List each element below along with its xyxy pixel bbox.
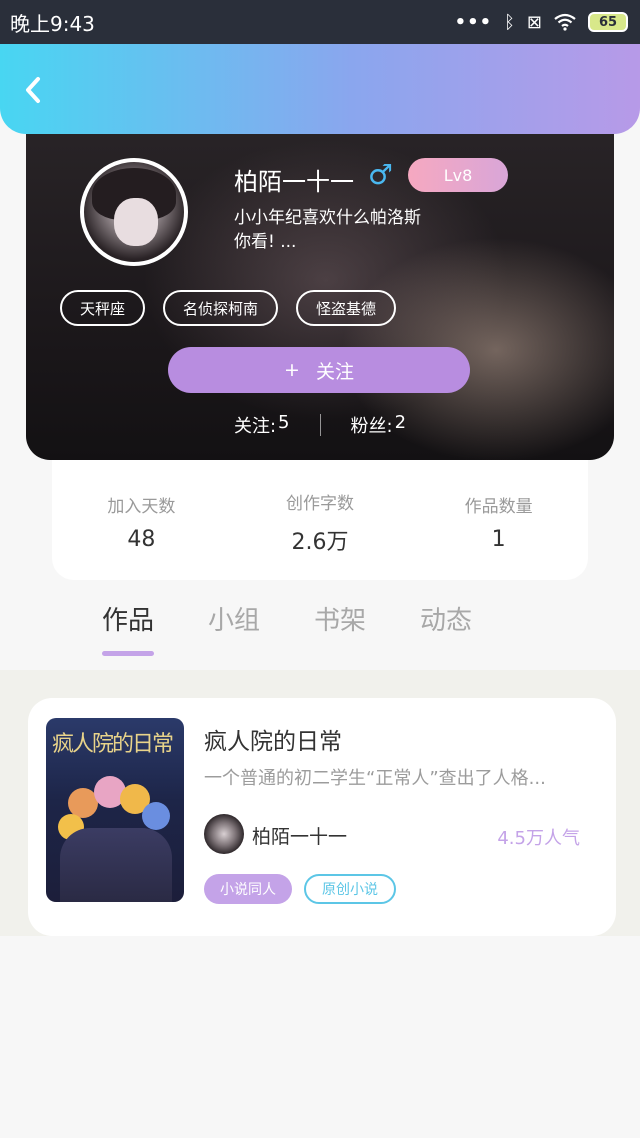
level-badge: Lv8 [408, 158, 508, 192]
book-cover[interactable]: 疯人院的日常 [46, 718, 184, 902]
follow-counts: 关注: 5 粉丝: 2 [26, 412, 614, 438]
stat-label: 加入天数 [107, 497, 176, 517]
fans-count[interactable]: 粉丝: 2 [351, 412, 407, 438]
profile-tag[interactable]: 怪盗基德 [296, 290, 397, 326]
divider [319, 414, 321, 436]
bio-line: 你看! ... [234, 232, 297, 252]
battery-icon: 65 [588, 12, 628, 32]
profile-card: 柏陌一十一 ♂ Lv8 小小年纪喜欢什么帕洛斯 你看! ... 天秤座 名侦探柯… [26, 110, 614, 460]
user-bio: 小小年纪喜欢什么帕洛斯 你看! ... [234, 206, 484, 254]
back-button[interactable] [18, 72, 48, 108]
work-tags: 小说同人 原创小说 [204, 874, 396, 904]
following-count[interactable]: 关注: 5 [234, 412, 290, 438]
work-card[interactable]: 疯人院的日常 疯人院的日常 一个普通的初二学生“正常人”查出了人格... 柏陌一… [28, 698, 616, 936]
profile-tags: 天秤座 名侦探柯南 怪盗基德 [60, 290, 397, 326]
wifi-icon [554, 13, 576, 31]
popularity-count: 4.5万人气 [497, 828, 580, 849]
male-gender-icon: ♂ [368, 158, 394, 191]
header-bar [0, 44, 640, 134]
author-avatar[interactable] [204, 814, 244, 854]
cover-title: 疯人院的日常 [52, 732, 174, 757]
status-time: 晚上9:43 [10, 11, 95, 36]
profile-tabs: 作品 小组 书架 动态 [102, 600, 472, 656]
stat-works-count: 作品数量 1 [439, 492, 559, 552]
sim-icon: ⊠ [526, 11, 542, 33]
stat-join-days: 加入天数 48 [81, 492, 201, 552]
stat-label: 创作字数 [285, 493, 354, 514]
status-icons: ••• ᛒ ⊠ 65 [455, 12, 628, 33]
work-description: 一个普通的初二学生“正常人”查出了人格... [204, 768, 546, 789]
plus-icon: + [284, 359, 300, 381]
author-name[interactable]: 柏陌一十一 [252, 822, 347, 849]
cover-figure [142, 802, 170, 830]
avatar[interactable] [80, 158, 188, 266]
work-title[interactable]: 疯人院的日常 [204, 722, 342, 756]
follow-label: 关注 [315, 360, 354, 383]
stat-value: 48 [127, 527, 156, 552]
cover-figures-body [60, 828, 172, 902]
work-tag[interactable]: 原创小说 [304, 874, 396, 904]
stat-label: 作品数量 [464, 497, 533, 517]
stat-word-count: 创作字数 2.6万 [260, 489, 380, 556]
chevron-left-icon [26, 77, 40, 103]
tab-activity[interactable]: 动态 [420, 600, 472, 656]
signal-dots-icon: ••• [454, 11, 493, 33]
tab-works[interactable]: 作品 [102, 600, 155, 656]
stat-value: 2.6万 [291, 529, 349, 555]
profile-tag[interactable]: 名侦探柯南 [163, 290, 279, 326]
user-name: 柏陌一十一 [234, 168, 354, 196]
stat-value: 1 [491, 527, 506, 552]
status-bar: 晚上9:43 ••• ᛒ ⊠ 65 [0, 0, 640, 44]
tab-bookshelf[interactable]: 书架 [314, 600, 366, 656]
tab-groups[interactable]: 小组 [208, 600, 260, 656]
bio-line: 小小年纪喜欢什么帕洛斯 [234, 208, 421, 228]
stats-card: 加入天数 48 创作字数 2.6万 作品数量 1 [52, 460, 588, 580]
work-tag[interactable]: 小说同人 [204, 874, 292, 904]
profile-tag[interactable]: 天秤座 [60, 290, 146, 326]
bluetooth-icon: ᛒ [504, 11, 515, 33]
follow-button[interactable]: + 关注 [168, 347, 470, 393]
